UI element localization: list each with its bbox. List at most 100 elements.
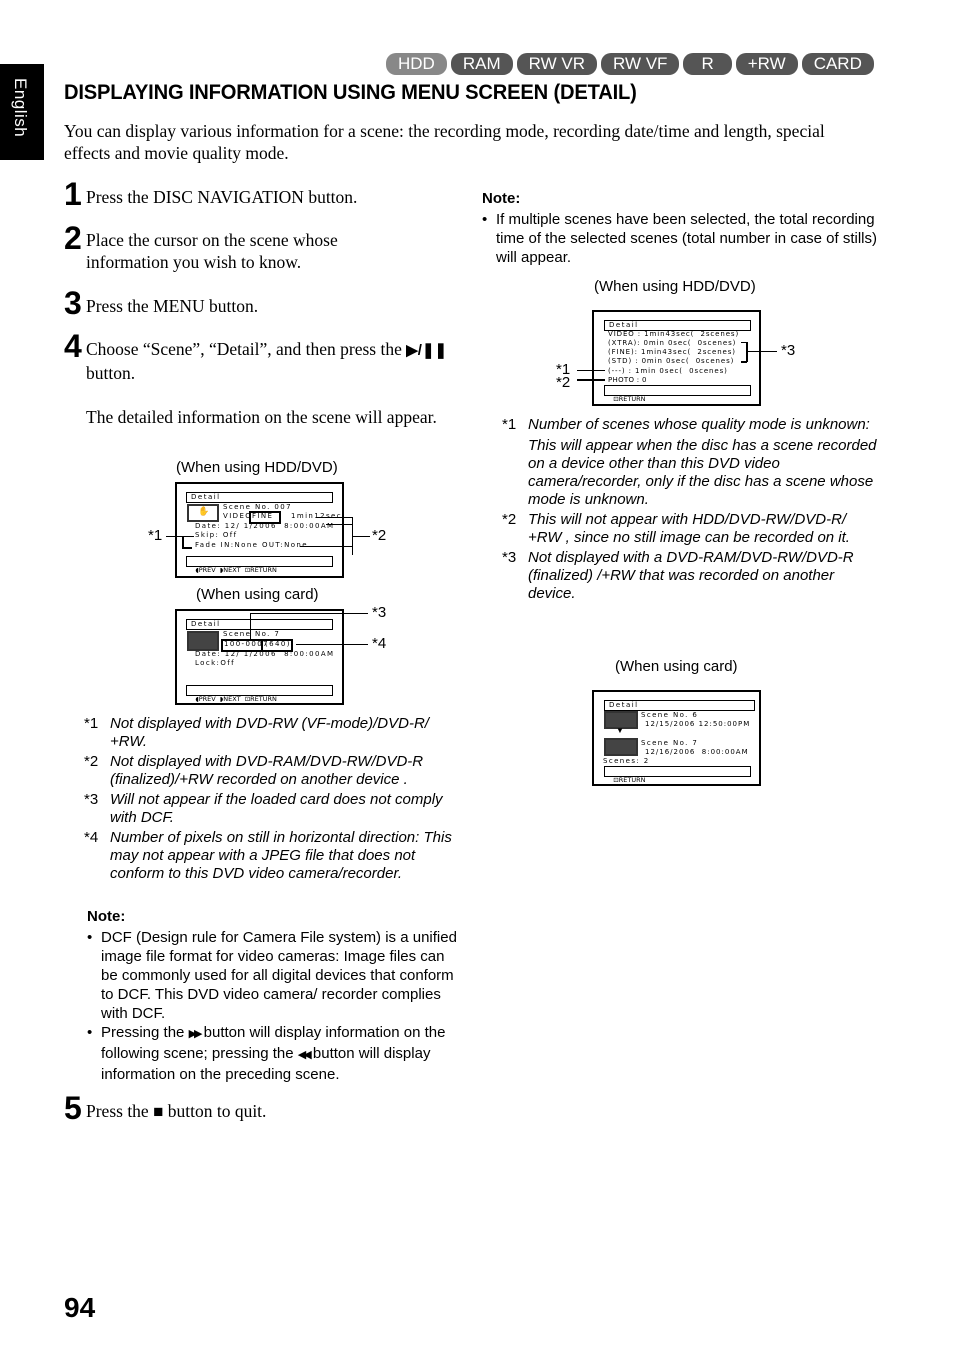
callout-3: *3 bbox=[372, 604, 387, 621]
footnote-mark: *3 bbox=[502, 549, 517, 566]
scene-thumbnail bbox=[187, 631, 219, 651]
summary-row-unknown: (---) : 1min 0sec( 0scenes) bbox=[608, 367, 728, 375]
callout-3-line bbox=[747, 351, 777, 352]
screen-nav-bar: ⊡RETURN bbox=[604, 385, 751, 403]
tab-plus-rw[interactable]: +RW bbox=[735, 53, 798, 75]
intro-paragraph: You can display various information for … bbox=[64, 121, 825, 163]
footnote-extra: This will appear when the disc has a sce… bbox=[528, 437, 877, 508]
footnote-text: Not displayed with DVD-RW (VF-mode)/DVD-… bbox=[110, 715, 429, 750]
footnote-1: *1 Number of scenes whose quality mode i… bbox=[502, 416, 877, 509]
quality-mode: FINE bbox=[252, 512, 274, 520]
callout-3-line bbox=[746, 342, 748, 362]
note-bullet-multiple-scenes: If multiple scenes have been selected, t… bbox=[482, 210, 877, 267]
return-label: RETURN bbox=[250, 566, 277, 574]
media-type-tabs: HDD RAM RW VR RW VF R +RW CARD bbox=[386, 53, 874, 75]
callout-2: *2 bbox=[372, 527, 387, 544]
scene-count: Scenes: 2 bbox=[603, 757, 650, 765]
card-detail-screen: Detail Scene No. 7 100-0007 (640) Date: … bbox=[175, 609, 344, 705]
footnote-4: *4 Number of pixels on still in horizonta… bbox=[84, 829, 454, 883]
step-text: Press the DISC NAVIGATION button. bbox=[86, 187, 358, 207]
footnote-mark: *1 bbox=[84, 715, 99, 732]
video-label: VIDEO bbox=[223, 512, 253, 520]
next-label: NEXT bbox=[223, 695, 241, 703]
tab-ram[interactable]: RAM bbox=[450, 53, 513, 75]
screen-nav-bar: ◖PREV ◗NEXT ⊡RETURN bbox=[186, 685, 333, 703]
lock-setting: Lock:Off bbox=[195, 659, 235, 667]
tab-rw-vf[interactable]: RW VF bbox=[600, 53, 680, 75]
note-heading: Note: bbox=[87, 908, 126, 925]
callout-2-line bbox=[353, 536, 370, 537]
step-number: 2 bbox=[64, 220, 82, 256]
footnote-mark: *3 bbox=[84, 791, 99, 808]
footnotes-right: *1 Number of scenes whose quality mode i… bbox=[502, 416, 877, 603]
callout-2-line bbox=[352, 517, 353, 555]
footnote-text: Not displayed with DVD-RAM/DVD-RW/DVD-R … bbox=[110, 753, 424, 788]
summary-row-photo: PHOTO : 0 bbox=[608, 376, 647, 384]
card-multi-detail-screen: Detail Scene No. 6 12/15/2006 12:50:00PM… bbox=[592, 690, 761, 786]
screen-nav-bar: ⊡RETURN bbox=[604, 766, 751, 784]
scene-7-thumbnail bbox=[604, 738, 638, 756]
recording-date: Date: 12/ 1/2006 8:00:00AM bbox=[195, 650, 335, 658]
tab-hdd[interactable]: HDD bbox=[386, 53, 447, 75]
screen-title: Detail bbox=[186, 492, 333, 503]
caption-hdd: (When using HDD/DVD) bbox=[176, 459, 338, 476]
footnote-2: *2 Not displayed with DVD-RAM/DVD-RW/DVD-… bbox=[84, 753, 454, 789]
summary-row-std: (STD) : 0min 0sec( 0scenes) bbox=[608, 357, 735, 365]
scene-number: Scene No. 7 bbox=[223, 630, 281, 638]
step-number: 5 bbox=[64, 1090, 82, 1126]
prev-label: PREV bbox=[198, 566, 216, 574]
footnote-text: Number of pixels on still in horizontal … bbox=[110, 829, 452, 882]
step-number: 3 bbox=[64, 285, 82, 321]
footnote-3: *3 Not displayed with a DVD-RAM/DVD-RW/DV… bbox=[502, 549, 877, 603]
screen-nav-bar: ◖PREV ◗NEXT ⊡RETURN bbox=[186, 556, 333, 574]
step-text: Press the bbox=[86, 1101, 149, 1121]
callout-3-line bbox=[741, 361, 747, 363]
footnotes-left: *1 Not displayed with DVD-RW (VF-mode)/DV… bbox=[84, 715, 454, 883]
scene-6-date: 12/15/2006 12:50:00PM bbox=[645, 720, 751, 728]
step-text: Choose “Scene”, “Detail”, and then press… bbox=[86, 339, 402, 359]
callout-2-line bbox=[577, 379, 605, 381]
note-heading: Note: bbox=[482, 190, 521, 207]
scene-thumbnail: ✋ bbox=[187, 504, 219, 522]
footnote-mark: *1 bbox=[502, 416, 517, 433]
return-label: RETURN bbox=[618, 776, 646, 784]
tab-r[interactable]: R bbox=[683, 53, 732, 75]
tab-rw-vr[interactable]: RW VR bbox=[516, 53, 597, 75]
callout-2-line bbox=[316, 517, 353, 518]
summary-row-video: VIDEO : 1min43sec( 2scenes) bbox=[608, 330, 740, 338]
note-left: Note: DCF (Design rule for Camera File s… bbox=[87, 908, 457, 1084]
step-text-after: button to quit. bbox=[167, 1101, 267, 1121]
summary-row-fine: (FINE): 1min43sec( 2scenes) bbox=[608, 348, 736, 356]
hdd-detail-screen: Detail ✋ Scene No. 007 VIDEO FINE 1min12… bbox=[175, 482, 344, 578]
footnote-mark: *4 bbox=[84, 829, 99, 846]
tab-card[interactable]: CARD bbox=[801, 53, 874, 75]
callout-3-line bbox=[250, 613, 251, 639]
callout-2-line bbox=[300, 546, 353, 547]
step-text-after: button. bbox=[86, 363, 136, 383]
callout-3: *3 bbox=[781, 342, 796, 359]
stop-icon: ■ bbox=[153, 1102, 164, 1121]
language-label: English bbox=[11, 78, 30, 138]
rewind-icon: ◀◀ bbox=[297, 1049, 312, 1061]
callout-2: *2 bbox=[556, 374, 571, 391]
hand-icon: ✋ bbox=[198, 506, 210, 516]
return-label: RETURN bbox=[618, 395, 646, 403]
callout-4-line bbox=[296, 644, 368, 645]
step-number: 4 bbox=[64, 328, 82, 364]
note-bullet-navigation: Pressing the ▶▶ button will display info… bbox=[87, 1023, 457, 1084]
caption-multi-hdd: (When using HDD/DVD) bbox=[594, 278, 756, 295]
footnote-text: This will not appear with HDD/DVD-RW/DVD… bbox=[528, 511, 850, 546]
callout-3-line bbox=[741, 342, 747, 343]
footnote-3: *3 Will not appear if the loaded card doe… bbox=[84, 791, 454, 827]
note-text: Pressing the bbox=[101, 1024, 185, 1041]
scene-7-number: Scene No. 7 bbox=[641, 739, 699, 747]
page-number: 94 bbox=[64, 1292, 96, 1323]
callout-1-line bbox=[577, 370, 605, 371]
next-label: NEXT bbox=[223, 566, 241, 574]
fast-forward-icon: ▶▶ bbox=[188, 1028, 203, 1040]
skip-setting: Skip: Off bbox=[195, 531, 238, 539]
footnote-mark: *2 bbox=[84, 753, 99, 770]
arrow-down-icon: ▼ bbox=[616, 726, 624, 735]
callout-4: *4 bbox=[372, 635, 387, 652]
step-text: Place the cursor on the scene whose info… bbox=[86, 230, 338, 272]
